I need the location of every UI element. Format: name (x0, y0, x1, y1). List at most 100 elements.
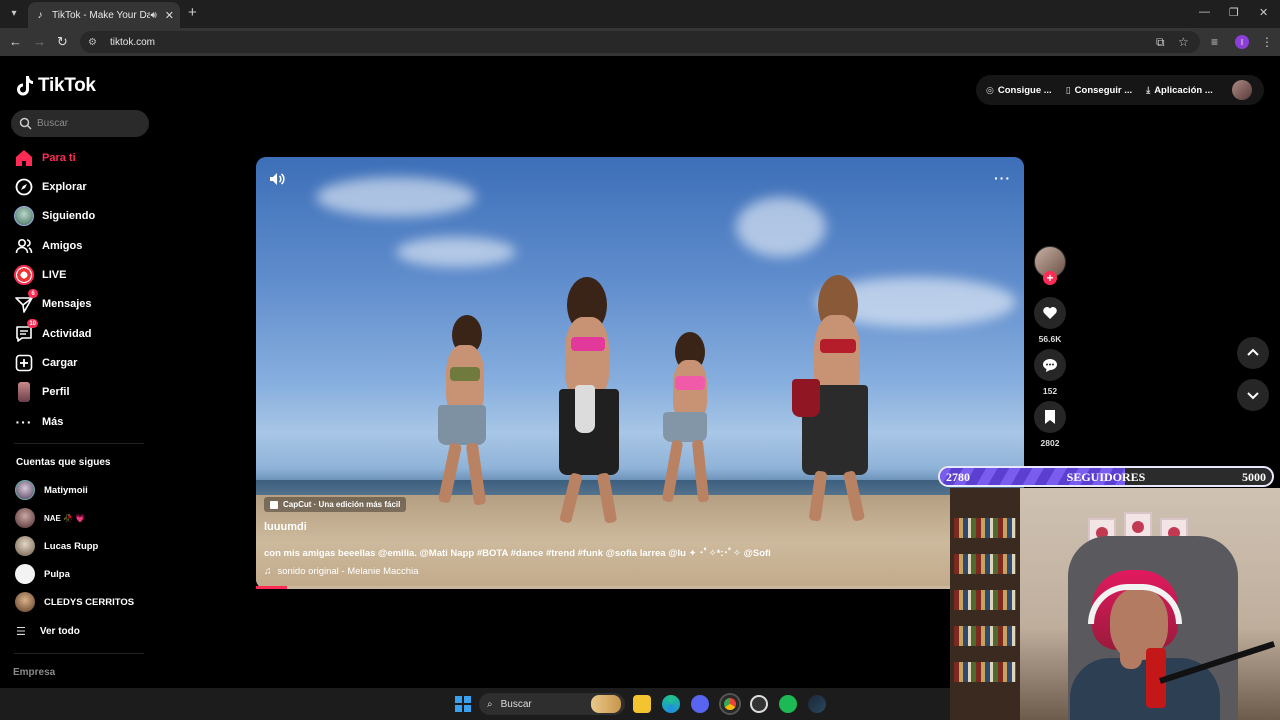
following-name: NAE 🥀 💗 (44, 513, 86, 523)
obs-icon[interactable] (750, 695, 768, 713)
previous-video-button[interactable] (1237, 337, 1269, 369)
video-author[interactable]: luuumdi (264, 521, 307, 533)
minimize-window-icon[interactable]: — (1199, 6, 1210, 18)
following-name: CLEDYS CERRITOS (44, 596, 135, 608)
search-box[interactable] (11, 110, 149, 137)
follow-plus-button[interactable]: + (1043, 271, 1057, 285)
music-title: sonido original - Melanie Macchia (277, 566, 419, 577)
new-tab-button[interactable]: + (188, 5, 197, 21)
capcut-icon (270, 500, 278, 509)
avatar (15, 592, 35, 612)
address-bar[interactable]: ⚙ tiktok.com (80, 31, 1200, 53)
following-item[interactable]: Matiymoii (15, 480, 88, 500)
goal-label: SEGUIDORES (1066, 470, 1146, 484)
taskbar-search[interactable]: ⌕ Buscar (479, 693, 625, 715)
following-item[interactable]: CLEDYS CERRITOS (15, 592, 134, 612)
search-input[interactable] (37, 118, 137, 129)
nav-para-ti[interactable]: Para ti (14, 147, 76, 169)
close-tab-icon[interactable]: ✕ (165, 9, 174, 22)
browser-tab[interactable]: ♪ TikTok - Make Your Day 🔊︎ ✕ (28, 2, 180, 28)
volume-icon[interactable] (268, 170, 286, 188)
chevron-down-icon (1247, 392, 1259, 400)
audio-playing-icon[interactable]: 🔊︎ (150, 10, 156, 21)
nav-actividad[interactable]: 10 Actividad (14, 319, 92, 345)
media-control-icon[interactable]: ≡ (1211, 34, 1218, 50)
nav-amigos[interactable]: Amigos (14, 235, 82, 257)
live-icon (14, 265, 34, 285)
reload-button[interactable]: ↻ (57, 34, 68, 50)
forward-button[interactable]: → (33, 34, 46, 50)
video-player[interactable] (256, 157, 1024, 589)
download-icon: ⤓ (1146, 84, 1151, 95)
comment-button[interactable] (1034, 349, 1066, 381)
nav-perfil[interactable]: Perfil (14, 381, 70, 403)
books-row (954, 518, 1016, 538)
next-video-button[interactable] (1237, 379, 1269, 411)
get-coins-button[interactable]: ◎ Consigue ... (986, 85, 1052, 96)
steam-icon[interactable] (808, 695, 826, 713)
see-all-button[interactable]: ☰ Ver todo (16, 625, 80, 638)
back-button[interactable]: ← (9, 34, 22, 50)
books-row (954, 554, 1016, 574)
action-label: Aplicación ... (1154, 84, 1213, 96)
profile-avatar-icon (14, 382, 34, 402)
capcut-text: CapCut · Una edición más fácil (283, 500, 401, 509)
bookmark-icon (1045, 410, 1055, 424)
messages-icon: 6 (14, 289, 38, 314)
capcut-label[interactable]: CapCut · Una edición más fácil (264, 497, 407, 512)
follower-goal-bar: 2780 SEGUIDORES 5000 (938, 466, 1274, 487)
profile-avatar[interactable]: I (1235, 35, 1249, 49)
cast-icon[interactable]: ⧉ (1156, 34, 1165, 50)
following-item[interactable]: Pulpa (15, 564, 70, 584)
action-label: Conseguir ... (1074, 84, 1133, 96)
restore-window-icon[interactable]: ❐ (1229, 6, 1239, 19)
following-item[interactable]: NAE 🥀 💗 (15, 508, 85, 528)
like-button[interactable] (1034, 297, 1066, 329)
nav-explorar[interactable]: Explorar (14, 176, 87, 198)
spotify-icon[interactable] (779, 695, 797, 713)
browser-menu-icon[interactable]: ⋮ (1261, 34, 1273, 50)
site-info-icon[interactable]: ⚙ (88, 37, 102, 48)
edge-icon[interactable] (662, 695, 680, 713)
tab-search-icon[interactable]: ▾ (6, 5, 22, 21)
nav-live[interactable]: LIVE (14, 264, 66, 286)
more-options-icon[interactable]: ··· (994, 170, 1011, 186)
video-progress-fill (256, 586, 287, 589)
video-progress-bar[interactable] (256, 586, 1024, 589)
tiktok-favicon-icon: ♪ (37, 9, 43, 21)
comment-count: 152 (1042, 386, 1058, 396)
nav-mas[interactable]: ··· Más (14, 411, 64, 433)
tiktok-logo[interactable]: TikTok (16, 75, 96, 97)
goal-target: 5000 (1242, 470, 1266, 484)
windows-start-icon[interactable] (455, 696, 471, 712)
more-icon: ··· (15, 414, 33, 430)
company-link[interactable]: Empresa (13, 667, 55, 678)
nav-mensajes[interactable]: 6 Mensajes (14, 289, 92, 315)
video-music[interactable]: ♫ sonido original - Melanie Macchia (264, 566, 419, 577)
like-count: 56.6K (1038, 334, 1062, 344)
user-avatar[interactable] (1232, 80, 1252, 100)
nav-label: Para ti (42, 152, 76, 164)
phone-icon: ▯ (1065, 84, 1071, 95)
chrome-icon[interactable] (721, 695, 739, 713)
comment-icon (1043, 359, 1057, 372)
sidebar-divider (14, 443, 144, 444)
avatar (15, 508, 35, 528)
top-actions-bar: ◎ Consigue ... ▯ Conseguir ... ⤓ Aplicac… (976, 75, 1264, 105)
get-app-button[interactable]: ▯ Conseguir ... (1066, 85, 1133, 96)
bookmark-star-icon[interactable]: ☆ (1178, 34, 1189, 50)
nav-cargar[interactable]: Cargar (14, 352, 77, 374)
discord-icon[interactable] (691, 695, 709, 713)
desktop-app-button[interactable]: ⤓ Aplicación ... (1146, 85, 1213, 96)
following-item[interactable]: Lucas Rupp (15, 536, 98, 556)
close-window-icon[interactable]: ✕ (1259, 6, 1268, 19)
streamer-hand (1120, 643, 1142, 669)
browser-toolbar: ← → ↻ ⚙ tiktok.com ⧉ ☆ ≡ I ⋮ (0, 28, 1280, 56)
nav-siguiendo[interactable]: Siguiendo (14, 205, 95, 227)
search-icon (19, 117, 32, 130)
sidebar-divider (14, 653, 144, 654)
save-button[interactable] (1034, 401, 1066, 433)
nav-label: LIVE (42, 269, 67, 281)
avatar (15, 564, 35, 584)
file-explorer-icon[interactable] (633, 695, 651, 713)
